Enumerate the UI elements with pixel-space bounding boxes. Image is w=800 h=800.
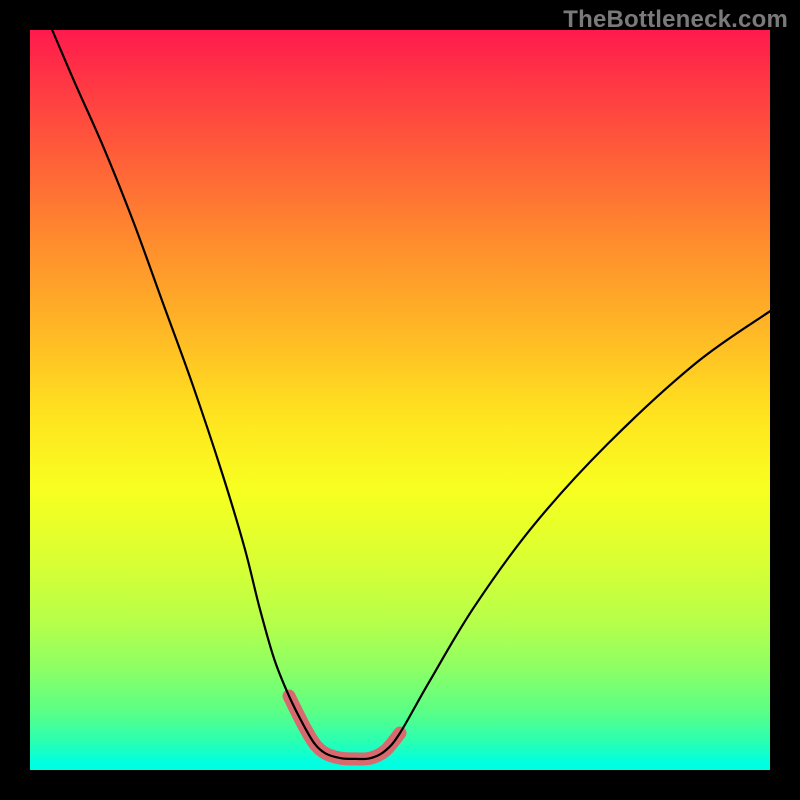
bottleneck-curve — [52, 30, 770, 759]
chart-frame: TheBottleneck.com — [0, 0, 800, 800]
watermark-text: TheBottleneck.com — [563, 6, 788, 34]
curve-svg — [30, 30, 770, 770]
plot-area — [30, 30, 770, 770]
